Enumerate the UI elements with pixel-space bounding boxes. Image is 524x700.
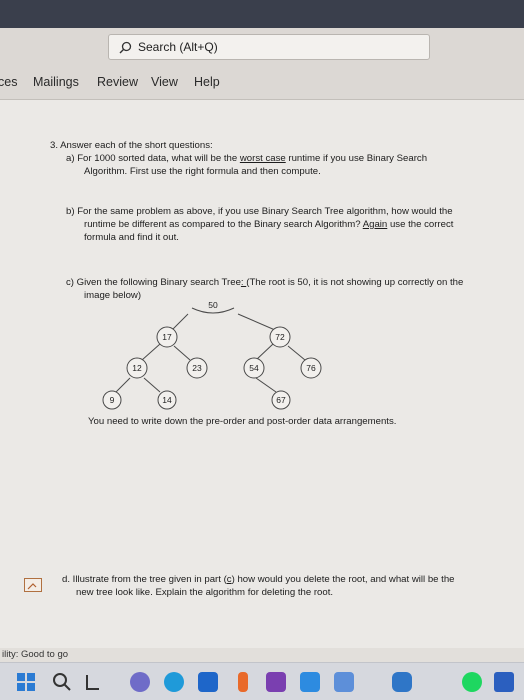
search-box[interactable]: Search (Alt+Q) xyxy=(108,34,430,60)
node-label-54: 54 xyxy=(249,363,259,373)
node-label-23: 23 xyxy=(192,363,202,373)
edge-72-54 xyxy=(255,343,274,361)
teams-icon[interactable] xyxy=(130,672,150,692)
node-label-72: 72 xyxy=(275,332,285,342)
explorer-icon[interactable] xyxy=(392,672,412,692)
binary-tree-diagram: 50 17 72 12 23 54 76 9 14 67 xyxy=(102,300,322,410)
node-label-76: 76 xyxy=(306,363,316,373)
media-icon[interactable] xyxy=(334,672,354,692)
question-c-text: c) Given the following Binary search Tre… xyxy=(66,277,241,288)
edge-12-14 xyxy=(143,377,161,393)
question-b-line3: formula and find it out. xyxy=(84,232,179,243)
tab-view[interactable]: View xyxy=(151,75,178,89)
question-b-text: runtime be different as compared to the … xyxy=(84,219,361,230)
question-a-text-end: runtime if you use Binary Search xyxy=(285,153,428,164)
edge-12-9 xyxy=(115,377,131,393)
mail-icon[interactable] xyxy=(198,672,218,692)
question-b-text-end: use the correct xyxy=(387,219,454,230)
question-d-text-end: ) how would you delete the root, and wha… xyxy=(231,574,455,585)
search-label: Search (Alt+Q) xyxy=(138,40,218,54)
question-a-text: a) For 1000 sorted data, what will be th… xyxy=(66,153,238,164)
search-icon[interactable] xyxy=(52,672,72,692)
search-icon xyxy=(119,41,132,53)
status-bar: ility: Good to go xyxy=(0,648,524,662)
title-bar xyxy=(0,0,524,28)
worst-case-underlined: worst case xyxy=(239,153,286,164)
tab-references[interactable]: ces xyxy=(0,75,17,89)
edge-17-12 xyxy=(141,343,161,361)
windows-start-icon[interactable] xyxy=(17,673,35,691)
question-d-line2: new tree look like. Explain the algorith… xyxy=(76,587,334,598)
node-label-17: 17 xyxy=(162,332,172,342)
edge-54-67 xyxy=(255,377,277,393)
question-d-text: d. Illustrate from the tree given in par… xyxy=(62,574,227,585)
question-b-line2: runtime be different as compared to the … xyxy=(84,219,453,231)
node-label-9: 9 xyxy=(110,395,115,405)
question-d-line1: d. Illustrate from the tree given in par… xyxy=(62,574,455,586)
edge-72-76 xyxy=(287,345,306,361)
question-a-line1: a) For 1000 sorted data, what will be th… xyxy=(66,153,427,165)
node-label-14: 14 xyxy=(162,395,172,405)
root-node-label: 50 xyxy=(208,300,218,310)
chrome-icon[interactable] xyxy=(266,672,286,692)
question-c-line1: c) Given the following Binary search Tre… xyxy=(66,277,463,289)
linkedin-icon[interactable] xyxy=(300,672,320,692)
edge-icon[interactable] xyxy=(164,672,184,692)
tab-mailings[interactable]: Mailings xyxy=(33,75,79,89)
edge-17-23 xyxy=(173,345,191,361)
office-icon[interactable] xyxy=(238,672,248,692)
ribbon-tabs: ces Mailings Review View Help xyxy=(0,66,524,100)
question-c-text-end: (The root is 50, it is not showing up co… xyxy=(246,277,464,288)
again-underlined: Again xyxy=(362,219,388,230)
task-view-icon[interactable] xyxy=(84,673,102,691)
word-icon[interactable] xyxy=(494,672,514,692)
question-3-title: 3. Answer each of the short questions: xyxy=(50,140,213,151)
question-b-line1: b) For the same problem as above, if you… xyxy=(66,206,453,217)
tab-help[interactable]: Help xyxy=(194,75,220,89)
taskbar xyxy=(0,662,524,700)
node-label-67: 67 xyxy=(276,395,286,405)
question-c-footer: You need to write down the pre-order and… xyxy=(88,416,397,427)
edit-picture-icon[interactable] xyxy=(24,578,42,592)
node-label-12: 12 xyxy=(132,363,142,373)
edge-50-17 xyxy=(171,313,189,331)
accessibility-status[interactable]: ility: Good to go xyxy=(2,649,68,660)
spotify-icon[interactable] xyxy=(462,672,482,692)
search-bar: Search (Alt+Q) xyxy=(0,28,524,66)
question-a-line2: Algorithm. First use the right formula a… xyxy=(84,166,321,177)
tab-review[interactable]: Review xyxy=(97,75,138,89)
edge-50-72 xyxy=(237,313,276,331)
